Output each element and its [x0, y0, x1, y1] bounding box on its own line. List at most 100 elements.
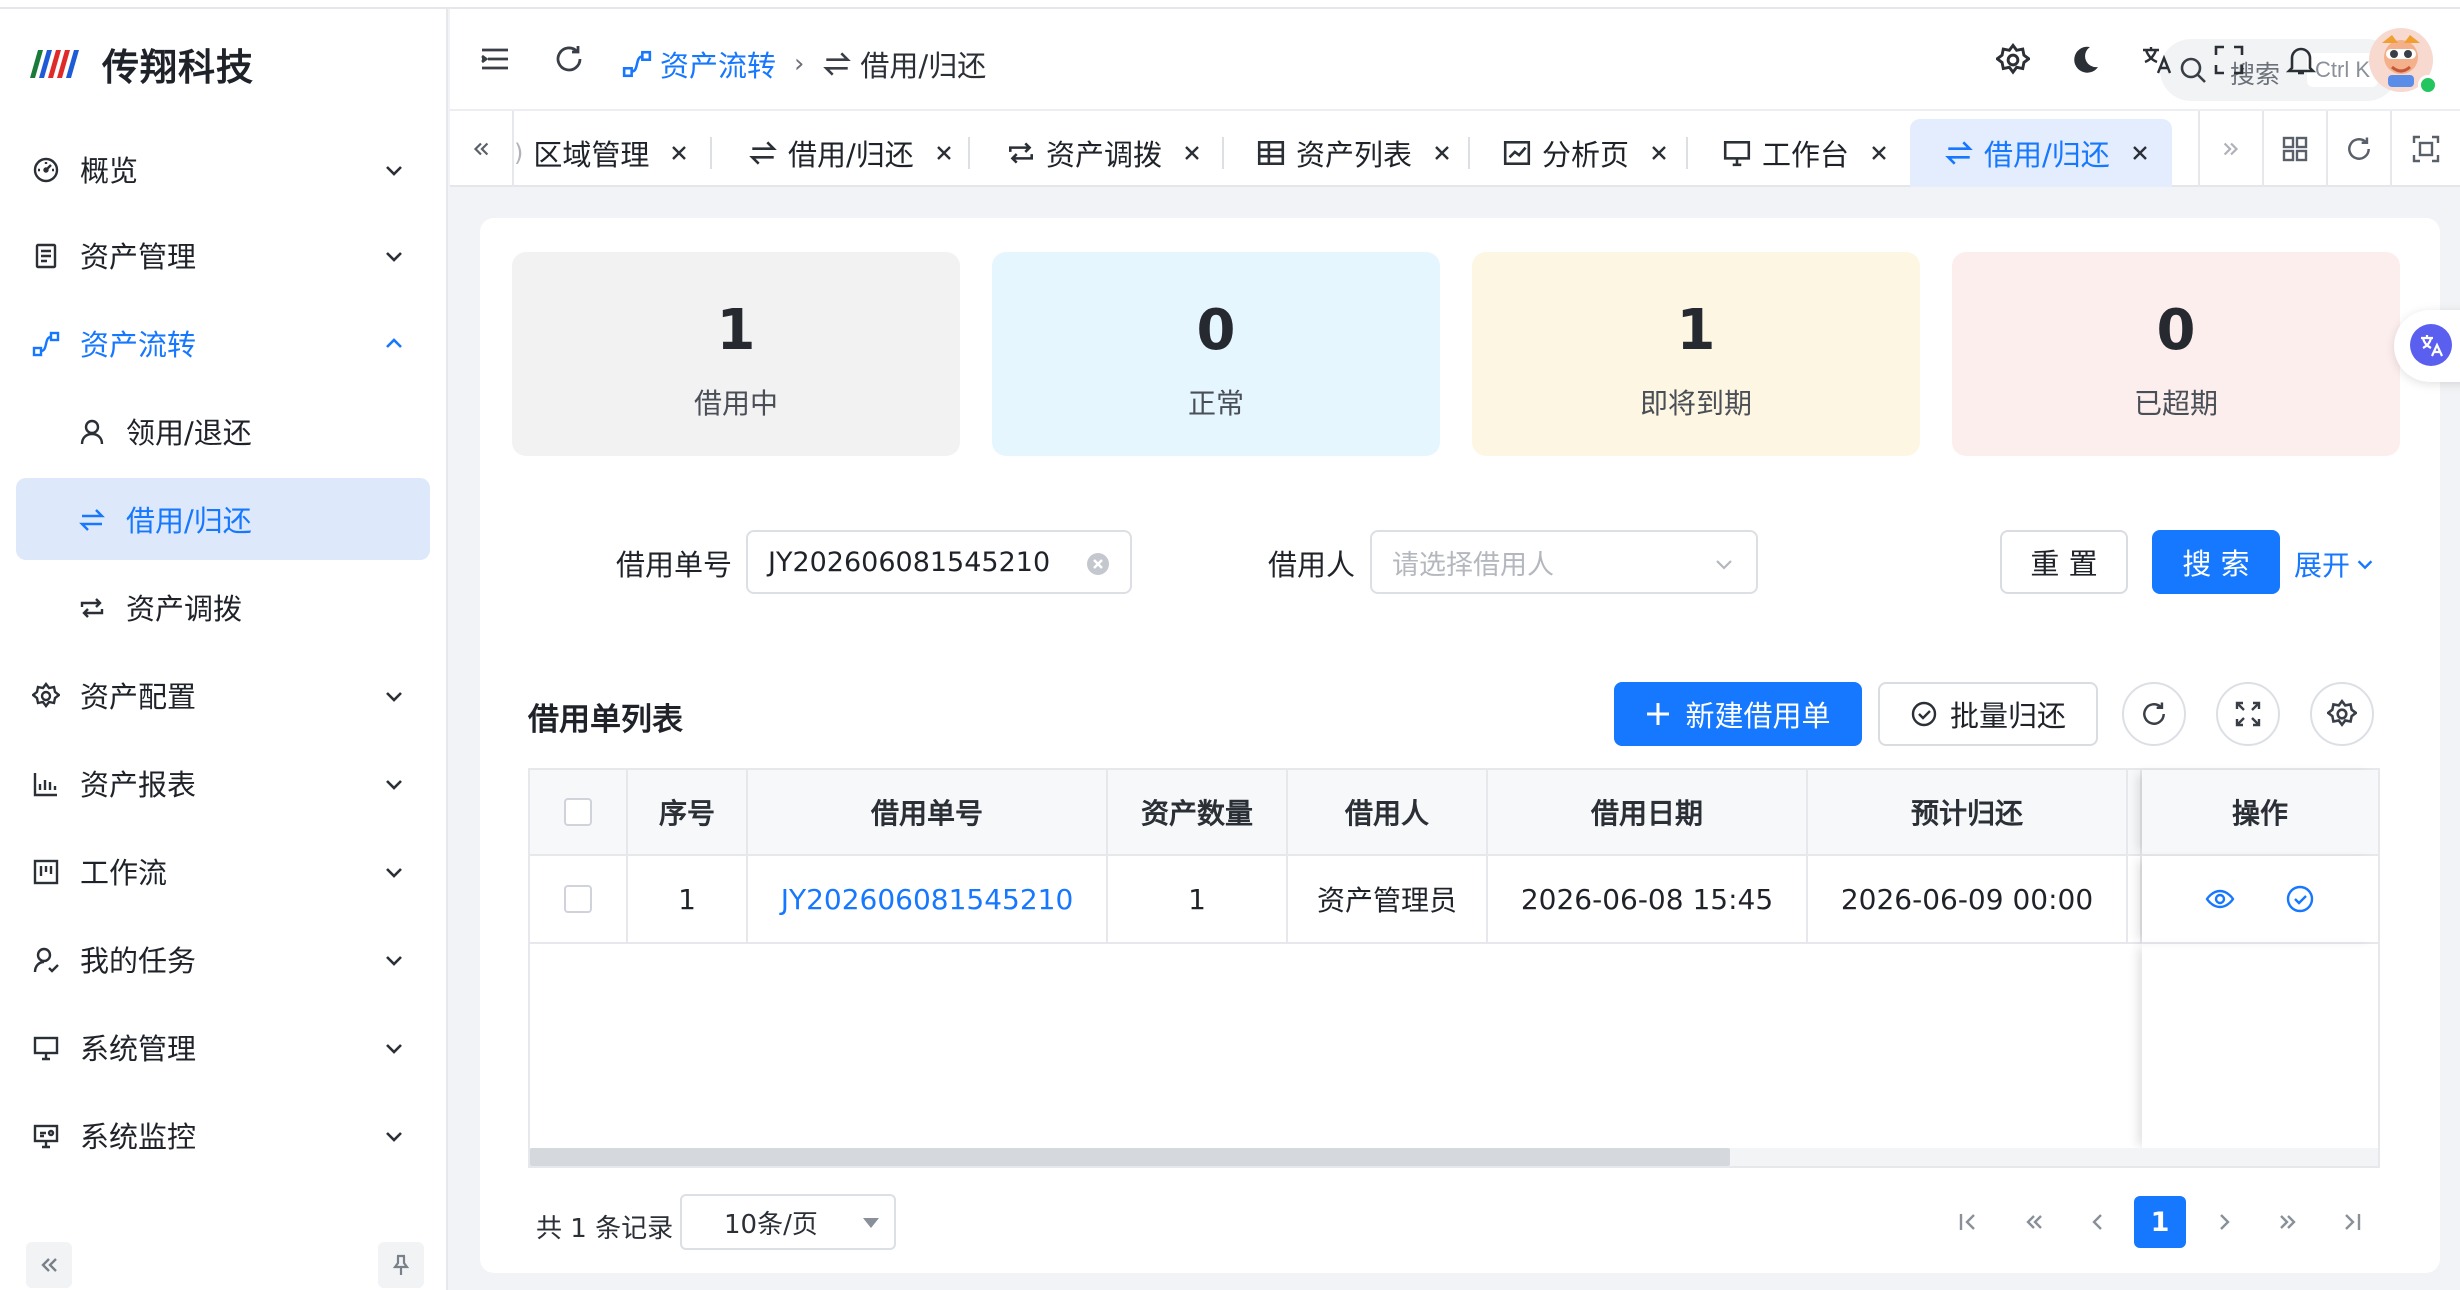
page-number-current[interactable]: 1: [2134, 1196, 2186, 1248]
translate-icon[interactable]: [2140, 43, 2176, 79]
sidebar-item-receive-return[interactable]: 领用/退还: [16, 390, 430, 472]
chevron-down-icon: [382, 158, 406, 182]
close-icon[interactable]: [1182, 143, 1202, 163]
tabs-scroll-left-button[interactable]: [450, 111, 514, 187]
breadcrumb-item-asset-flow[interactable]: 资产流转: [660, 43, 776, 85]
sidebar-item-label: 借用/归还: [126, 504, 252, 538]
table-refresh-button[interactable]: [2122, 682, 2186, 746]
sidebar-item-system-management[interactable]: 系统管理: [16, 1006, 430, 1088]
return-check-icon[interactable]: [2285, 884, 2315, 914]
column-header: 资产数量: [1108, 770, 1288, 856]
dark-mode-moon-icon[interactable]: [2068, 43, 2104, 79]
settings-gear-icon[interactable]: [1996, 43, 2032, 79]
table-title: 借用单列表: [528, 702, 683, 738]
breadcrumb-flow-icon: [622, 49, 652, 79]
pin-sidebar-button[interactable]: [378, 1242, 424, 1288]
view-eye-icon[interactable]: [2205, 884, 2235, 914]
close-icon[interactable]: [934, 143, 954, 163]
close-icon[interactable]: [669, 143, 689, 163]
sidebar-item-workflow[interactable]: 工作流: [16, 830, 430, 912]
row-checkbox[interactable]: [564, 885, 592, 913]
page-size-select[interactable]: 10条/页: [680, 1194, 896, 1250]
tab-borrow-return[interactable]: 借用/归还: [748, 119, 954, 187]
reset-button[interactable]: 重 置: [2000, 530, 2128, 594]
menu-toggle-icon[interactable]: [478, 42, 514, 78]
stat-value: 0: [2156, 298, 2196, 363]
table-settings-button[interactable]: [2310, 682, 2374, 746]
tab-borrow-return-active[interactable]: 借用/归还: [1910, 119, 2172, 187]
repeat-icon: [78, 594, 106, 622]
column-header-overflow: [2128, 770, 2142, 856]
column-header: 借用单号: [748, 770, 1108, 856]
fullscreen-icon[interactable]: [2212, 43, 2248, 79]
sidebar-item-borrow-return[interactable]: 借用/归还: [16, 478, 430, 560]
tabs-scroll-right-button[interactable]: [2198, 111, 2262, 187]
tab-label: 资产列表: [1296, 138, 1413, 172]
new-borrow-order-button[interactable]: 新建借用单: [1614, 682, 1862, 746]
sidebar-item-system-monitor[interactable]: 系统监控: [16, 1094, 430, 1176]
sidebar-item-asset-transfer[interactable]: 资产调拨: [16, 566, 430, 648]
kanban-icon: [32, 858, 60, 886]
stat-card-normal: 0 正常: [992, 252, 1440, 456]
stat-card-borrowing: 1 借用中: [512, 252, 960, 456]
horizontal-scrollbar-thumb[interactable]: [530, 1148, 1730, 1166]
prev-page-button[interactable]: [2072, 1196, 2124, 1248]
jump-next-button[interactable]: [2262, 1196, 2314, 1248]
bar-chart-icon: [32, 770, 60, 798]
tabs-grid-button[interactable]: [2262, 111, 2326, 187]
expand-filters-link[interactable]: 展开: [2294, 544, 2376, 584]
chevron-down-icon: [382, 948, 406, 972]
borrow-order-table: 序号 借用单号 资产数量 借用人 借用日期 预计归还 操作 1 JY202606…: [528, 768, 2380, 1168]
collapse-sidebar-button[interactable]: [26, 1242, 72, 1288]
sidebar-item-label: 工作流: [80, 856, 168, 890]
tabs-refresh-button[interactable]: [2326, 111, 2390, 187]
sidebar-item-label: 资产管理: [80, 240, 197, 274]
tab-asset-transfer[interactable]: 资产调拨: [1006, 119, 1202, 187]
clear-input-icon[interactable]: [1086, 552, 1110, 576]
translate-badge-icon: [2410, 324, 2452, 366]
table-fullscreen-button[interactable]: [2216, 682, 2280, 746]
tab-analysis[interactable]: 分析页: [1502, 119, 1669, 187]
first-page-button[interactable]: [1942, 1196, 1994, 1248]
horizontal-scrollbar[interactable]: [530, 1148, 2378, 1166]
close-icon[interactable]: [1869, 143, 1889, 163]
tab-area-management[interactable]: ) 区域管理: [514, 119, 689, 187]
check-circle-icon: [1910, 700, 1938, 728]
sidebar-item-label: 资产报表: [80, 768, 197, 802]
floating-translate-button[interactable]: [2394, 310, 2460, 382]
swap-icon: [748, 138, 778, 168]
tab-label: 借用/归还: [1984, 138, 2110, 172]
search-button[interactable]: 搜 索: [2152, 530, 2280, 594]
sidebar-item-asset-config[interactable]: 资产配置: [16, 654, 430, 736]
global-search-box[interactable]: 搜索 Ctrl K: [2160, 39, 2398, 101]
user-icon: [78, 418, 106, 446]
select-all-checkbox[interactable]: [564, 798, 592, 826]
last-page-button[interactable]: [2326, 1196, 2378, 1248]
refresh-icon[interactable]: [552, 42, 588, 78]
sidebar-item-asset-report[interactable]: 资产报表: [16, 742, 430, 824]
brand-name: 传翔科技: [102, 46, 254, 89]
brand[interactable]: 传翔科技: [26, 36, 254, 92]
gear-icon: [2327, 699, 2357, 729]
tabs-maximize-button[interactable]: [2390, 111, 2460, 187]
breadcrumb-swap-icon: [822, 49, 852, 79]
jump-prev-button[interactable]: [2008, 1196, 2060, 1248]
sidebar-item-asset-management[interactable]: 资产管理: [16, 214, 430, 296]
column-header: 序号: [628, 770, 748, 856]
monitor-gear-icon: [32, 1122, 60, 1150]
notification-bell-icon[interactable]: [2284, 43, 2320, 79]
close-icon[interactable]: [2130, 143, 2150, 163]
batch-return-button[interactable]: 批量归还: [1878, 682, 2098, 746]
close-icon[interactable]: [1649, 143, 1669, 163]
next-page-button[interactable]: [2198, 1196, 2250, 1248]
cell-order-no-link[interactable]: JY202606081545210: [748, 856, 1108, 944]
sidebar-item-overview[interactable]: 概览: [16, 128, 430, 210]
tab-workbench[interactable]: 工作台: [1722, 119, 1889, 187]
sidebar-item-asset-flow[interactable]: 资产流转: [16, 302, 430, 384]
sidebar-item-my-tasks[interactable]: 我的任务: [16, 918, 430, 1000]
tab-asset-list[interactable]: 资产列表: [1256, 119, 1452, 187]
borrower-select[interactable]: 请选择借用人: [1370, 530, 1758, 594]
order-no-input[interactable]: JY202606081545210: [746, 530, 1132, 594]
close-icon[interactable]: [1432, 143, 1452, 163]
sidebar-item-label: 领用/退还: [126, 416, 252, 450]
